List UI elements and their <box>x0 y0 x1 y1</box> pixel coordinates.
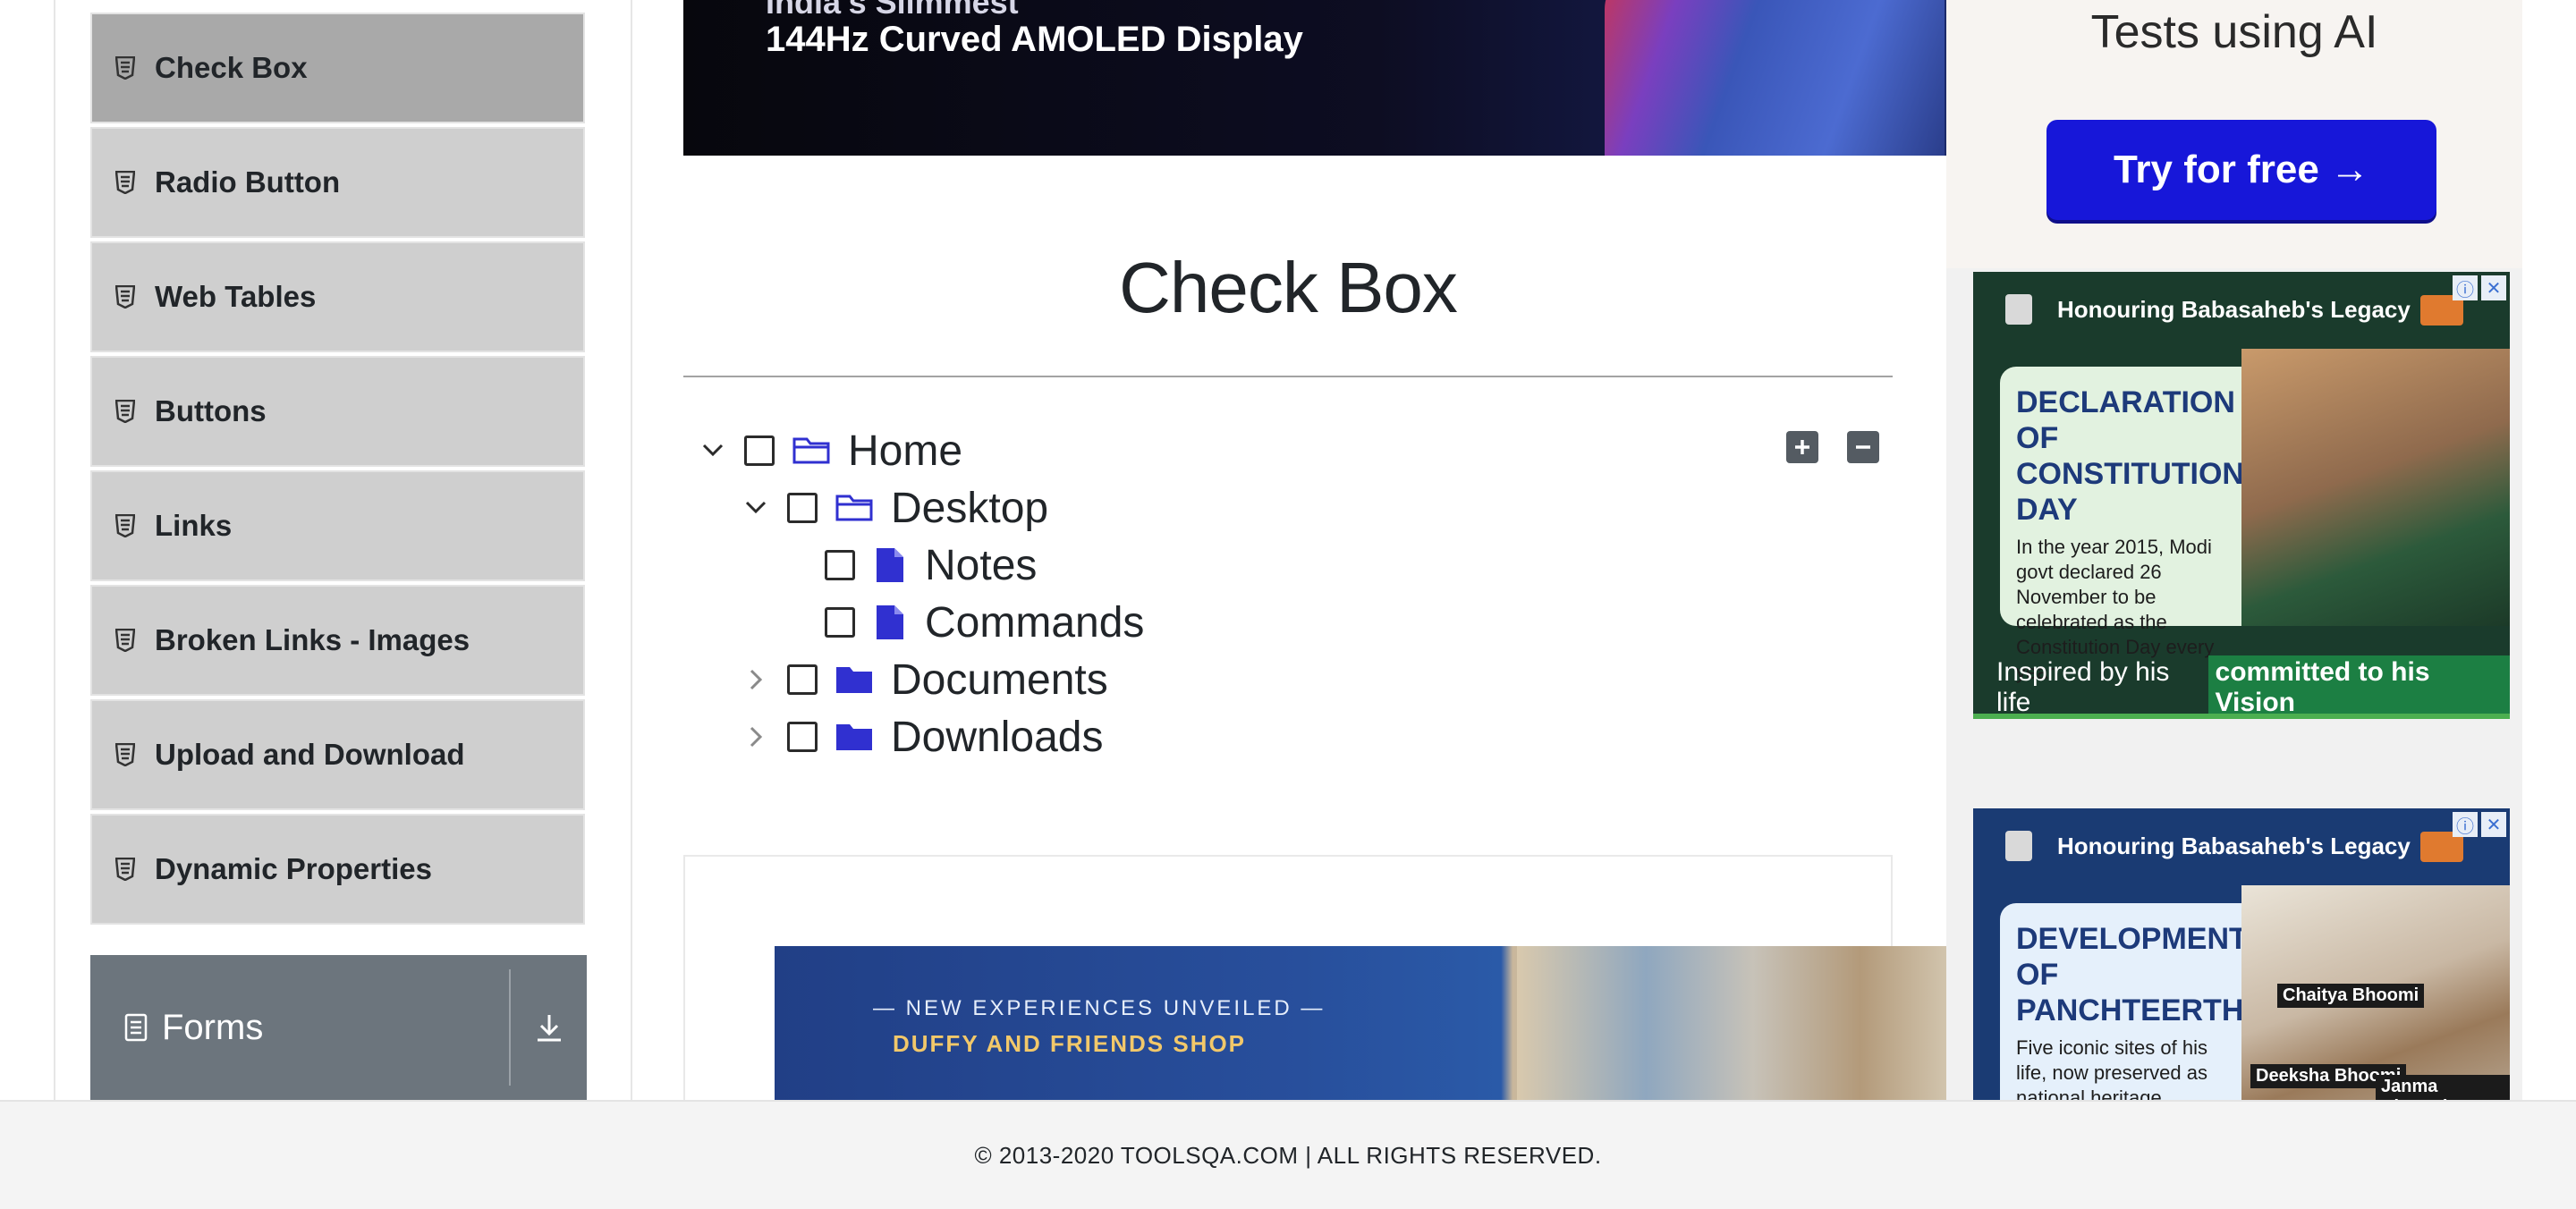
tree-node-label[interactable]: Desktop <box>891 484 1048 533</box>
try-for-free-button[interactable]: Try for free → <box>2046 120 2436 220</box>
checkbox[interactable] <box>787 664 818 695</box>
tree-node-label[interactable]: Documents <box>891 655 1108 705</box>
ad-card: DECLARATION OF CONSTITUTION DAY In the y… <box>2000 367 2244 683</box>
document-icon <box>124 1013 157 1042</box>
html5-icon <box>115 171 151 194</box>
html5-icon <box>115 285 151 309</box>
ai-ad[interactable]: Tests using AI Try for free → <box>1946 0 2522 268</box>
html5-icon <box>115 858 151 881</box>
checkbox[interactable] <box>825 607 855 638</box>
file-icon <box>869 604 911 640</box>
sidebar-item-label: Web Tables <box>155 280 317 313</box>
ad-footer-highlight: committed to his Vision <box>2207 655 2510 719</box>
tree-node-documents: Documents <box>741 653 1108 706</box>
ad-header-text: Honouring Babasaheb's Legacy <box>2057 832 2411 859</box>
photo-caption: Chaitya Bhoomi <box>2277 984 2425 1008</box>
folder-open-icon <box>834 490 875 526</box>
checkbox[interactable] <box>787 493 818 523</box>
info-icon[interactable]: ⓘ <box>2453 812 2478 837</box>
phone-image <box>1605 0 1945 156</box>
ad-photo <box>2241 349 2510 626</box>
page-title: Check Box <box>1119 248 1458 327</box>
ad-body: Five iconic sites of his life, now prese… <box>2016 1036 2207 1100</box>
sidebar-item-label: Buttons <box>155 394 267 427</box>
sidebar-item-links[interactable]: Links <box>90 470 585 581</box>
sidebar-item-radio-button[interactable]: Radio Button <box>90 127 585 238</box>
tree-node-notes: Notes <box>825 538 1037 592</box>
sidebar-group-forms[interactable]: Forms <box>90 955 587 1100</box>
bottom-ad-banner[interactable]: — NEW EXPERIENCES UNVEILED — DUFFY AND F… <box>775 946 1946 1100</box>
tree-node-commands: Commands <box>825 596 1144 649</box>
gov-ad-constitution[interactable]: Honouring Babasaheb's Legacy ⓘ ✕ DECLARA… <box>1973 272 2510 719</box>
tree-node-downloads: Downloads <box>741 710 1103 764</box>
ad-heading: DECLARATION OF CONSTITUTION DAY <box>2016 385 2244 527</box>
ad-accent-bar <box>1973 714 2510 719</box>
sidebar-item-label: Check Box <box>155 51 308 84</box>
tree-node-label[interactable]: Commands <box>925 598 1144 647</box>
ad-footer-text: Inspired by his life <box>1996 657 2170 717</box>
close-icon[interactable]: ✕ <box>2481 275 2506 300</box>
ai-ad-text: Tests using AI <box>2090 6 2378 58</box>
right-ad-column: Tests using AI Try for free → Honouring … <box>1946 0 2522 1100</box>
folder-closed-icon <box>834 662 875 698</box>
chevron-right-icon[interactable] <box>741 722 771 752</box>
page-footer: © 2013-2020 TOOLSQA.COM | ALL RIGHTS RES… <box>0 1100 2576 1209</box>
chevron-down-icon[interactable] <box>698 435 728 466</box>
sidebar-item-label: Links <box>155 509 233 542</box>
ad-card: DEVELOPMENT OF PANCHTEERTH Five iconic s… <box>2000 903 2248 1100</box>
title-divider <box>683 376 1893 377</box>
ad-photo: Chaitya Bhoomi Deeksha Bhoomi Janma Bhoo… <box>2241 885 2510 1100</box>
sidebar-item-label: Radio Button <box>155 165 341 199</box>
chevron-down-icon[interactable] <box>741 493 771 523</box>
html5-icon <box>115 629 151 652</box>
top-ad-banner[interactable]: India's Slimmest 144Hz Curved AMOLED Dis… <box>683 0 1946 156</box>
emblem-icon <box>2005 294 2032 325</box>
banner-line-2: DUFFY AND FRIENDS SHOP <box>893 1030 1247 1057</box>
checkbox[interactable] <box>825 550 855 580</box>
sidebar-item-check-box[interactable]: Check Box <box>90 13 585 123</box>
gov-ad-panchteerth[interactable]: Honouring Babasaheb's Legacy ⓘ ✕ DEVELOP… <box>1973 808 2510 1100</box>
sidebar-item-label: Dynamic Properties <box>155 852 432 885</box>
file-icon <box>869 547 911 583</box>
tree-node-label[interactable]: Notes <box>925 541 1037 590</box>
sidebar-group-label: Forms <box>162 1007 264 1047</box>
tree-node-home: Home <box>698 424 962 478</box>
html5-icon <box>115 743 151 766</box>
emblem-icon <box>2005 831 2032 861</box>
photo-caption: Janma Bhoomi <box>2376 1075 2510 1100</box>
chevron-right-icon[interactable] <box>741 664 771 695</box>
html5-icon <box>115 514 151 537</box>
tree-node-desktop: Desktop <box>741 481 1048 535</box>
banner-line-1: India's Slimmest <box>766 0 1019 21</box>
plus-square-icon[interactable] <box>1786 431 1818 463</box>
folder-closed-icon <box>834 719 875 755</box>
sidebar-item-upload-download[interactable]: Upload and Download <box>90 699 585 810</box>
html5-icon <box>115 400 151 423</box>
sidebar-item-dynamic-properties[interactable]: Dynamic Properties <box>90 814 585 925</box>
close-icon[interactable]: ✕ <box>2481 812 2506 837</box>
shop-image <box>1517 946 1946 1100</box>
ad-heading: DEVELOPMENT OF PANCHTEERTH <box>2016 922 2248 1027</box>
banner-line-1: — NEW EXPERIENCES UNVEILED — <box>873 996 1326 1020</box>
sidebar-item-web-tables[interactable]: Web Tables <box>90 241 585 352</box>
ad-header-text: Honouring Babasaheb's Legacy <box>2057 295 2411 323</box>
sidebar-item-label: Upload and Download <box>155 738 465 771</box>
download-arrow-icon[interactable] <box>511 969 587 1086</box>
tree-node-label[interactable]: Home <box>848 427 962 476</box>
folder-open-icon <box>791 433 832 469</box>
sidebar-item-broken-links[interactable]: Broken Links - Images <box>90 585 585 696</box>
ad-footer: Inspired by his life committed to his Vi… <box>1973 655 2510 719</box>
sidebar-item-label: Broken Links - Images <box>155 623 470 656</box>
checkbox[interactable] <box>744 435 775 466</box>
info-icon[interactable]: ⓘ <box>2453 275 2478 300</box>
copyright-text: © 2013-2020 TOOLSQA.COM | ALL RIGHTS RES… <box>974 1141 1602 1169</box>
sidebar-item-buttons[interactable]: Buttons <box>90 356 585 467</box>
html5-icon <box>115 56 151 80</box>
checkbox[interactable] <box>787 722 818 752</box>
tree-node-label[interactable]: Downloads <box>891 713 1103 762</box>
minus-square-icon[interactable] <box>1847 431 1879 463</box>
banner-line-2: 144Hz Curved AMOLED Display <box>766 20 1303 59</box>
